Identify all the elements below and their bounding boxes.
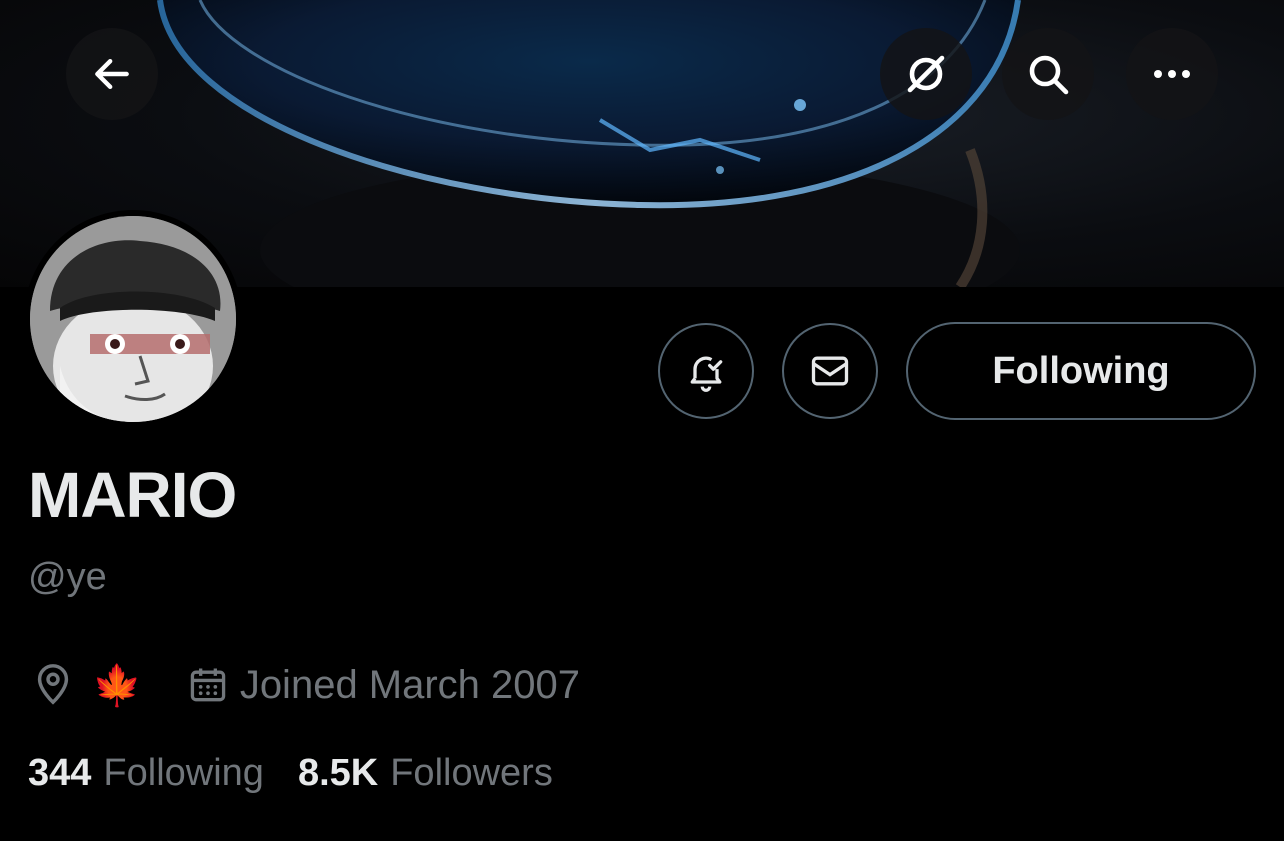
following-label: Following [103, 752, 264, 794]
back-arrow-icon [95, 58, 129, 90]
following-button[interactable]: Following [906, 322, 1256, 420]
display-name: MARIO [28, 459, 237, 531]
location-flag: 🍁 [92, 663, 142, 708]
mail-icon [811, 356, 849, 386]
followers-stat[interactable]: 8.5K Followers [298, 752, 553, 795]
notifications-button[interactable] [658, 323, 754, 419]
followers-count: 8.5K [297, 752, 379, 794]
following-count: 344 [28, 752, 92, 794]
search-icon [1029, 55, 1069, 95]
location-pin-icon [37, 664, 69, 705]
follow-stats: 344 Following 8.5K Followers [28, 752, 587, 795]
avatar[interactable] [24, 210, 242, 428]
more-icon [1154, 70, 1190, 78]
notification-bell-icon [690, 356, 723, 392]
join-date-text: Joined March 2007 [239, 662, 581, 707]
followers-label: Followers [390, 752, 553, 794]
avatar-image [30, 216, 236, 422]
grok-icon [907, 55, 945, 93]
profile-meta: 🍁 Joined March 2007 [30, 658, 580, 712]
grok-button[interactable] [880, 28, 972, 120]
user-handle: @ye [28, 556, 107, 598]
back-button[interactable] [66, 28, 158, 120]
following-button-label: Following [992, 349, 1170, 392]
more-button[interactable] [1126, 28, 1218, 120]
join-date: Joined March 2007 [186, 663, 580, 708]
calendar-icon [190, 668, 226, 702]
search-button[interactable] [1002, 28, 1094, 120]
message-button[interactable] [782, 323, 878, 419]
location: 🍁 [30, 662, 142, 709]
following-stat[interactable]: 344 Following [28, 752, 264, 795]
